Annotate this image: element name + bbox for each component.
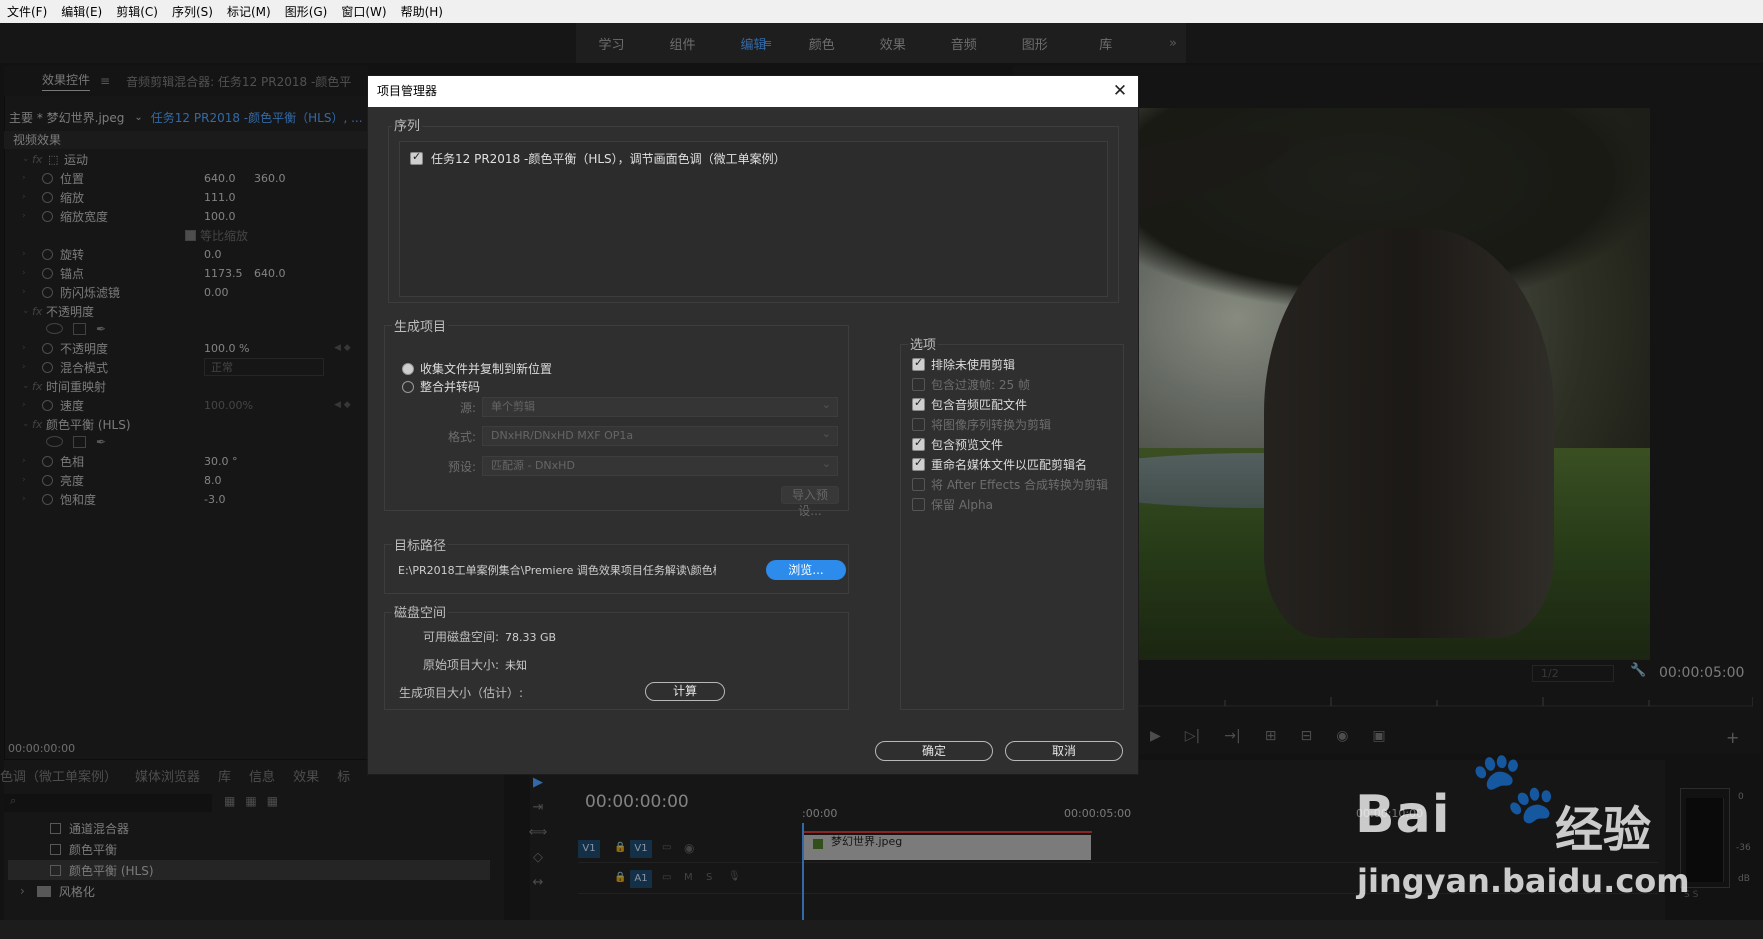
sequence-item[interactable]: 任务12 PR2018 -颜色平衡（HLS），调节画面色调（微工单案例）: [410, 150, 786, 167]
watermark-url: jingyan.baidu.com: [1357, 862, 1690, 900]
sequence-item-label: 任务12 PR2018 -颜色平衡（HLS），调节画面色调（微工单案例）: [431, 152, 786, 166]
dialog-title: 项目管理器: [368, 76, 1138, 107]
option-row[interactable]: 排除未使用剪辑: [912, 356, 1015, 373]
menu-item[interactable]: 编辑(E): [54, 3, 109, 20]
target-path-value: E:\PR2018工单案例集合\Premiere 调色效果项目任务解读\颜色校.…: [398, 564, 716, 577]
close-icon[interactable]: ✕: [1110, 81, 1130, 101]
sequence-label: 序列: [392, 115, 423, 134]
consolidate-radio[interactable]: [402, 380, 414, 393]
format-label: 格式:: [447, 430, 476, 444]
option-label: 排除未使用剪辑: [931, 358, 1016, 372]
disk-space-label: 磁盘空间: [392, 602, 449, 621]
collect-files-label: 收集文件并复制到新位置: [420, 362, 553, 376]
option-row[interactable]: 重命名媒体文件以匹配剪辑名: [912, 456, 1087, 473]
option-label: 包含预览文件: [931, 438, 1004, 452]
option-row[interactable]: 保留 Alpha: [912, 496, 993, 513]
option-label: 重命名媒体文件以匹配剪辑名: [931, 458, 1088, 472]
option-row[interactable]: 包含过渡帧: 25 帧: [912, 376, 1030, 393]
option-checkbox[interactable]: [912, 378, 925, 391]
option-checkbox[interactable]: [912, 396, 925, 411]
generate-project-label: 生成项目: [392, 316, 449, 335]
ok-button[interactable]: 确定: [875, 741, 993, 761]
option-label: 保留 Alpha: [931, 498, 993, 512]
import-preset-button[interactable]: 导入预设...: [781, 486, 839, 518]
watermark-logo: Bai: [1355, 785, 1451, 845]
menu-item[interactable]: 标记(M): [220, 3, 278, 20]
project-manager-dialog: 项目管理器 ✕ 序列 任务12 PR2018 -颜色平衡（HLS），调节画面色调…: [367, 75, 1139, 775]
disk-free-row: 可用磁盘空间: 78.33 GB: [423, 628, 556, 645]
option-label: 将图像序列转换为剪辑: [931, 418, 1052, 432]
disk-free-label: 可用磁盘空间:: [423, 630, 500, 644]
target-path-label: 目标路径: [392, 535, 449, 554]
generate-project-group: [384, 325, 849, 511]
option-row[interactable]: 将图像序列转换为剪辑: [912, 416, 1051, 433]
menu-bar: 文件(F) 编辑(E) 剪辑(C) 序列(S) 标记(M) 图形(G) 窗口(W) 帮助(H): [0, 0, 1763, 23]
menu-item[interactable]: 图形(G): [278, 3, 335, 20]
orig-size-row: 原始项目大小: 未知: [423, 656, 527, 673]
gen-size-label: 生成项目大小（估计）:: [399, 686, 524, 700]
options-label: 选项: [908, 334, 939, 353]
preset-label: 预设:: [447, 460, 476, 474]
option-row[interactable]: 将 After Effects 合成转换为剪辑: [912, 476, 1108, 493]
option-row[interactable]: 包含预览文件: [912, 436, 1003, 453]
collect-files-option[interactable]: 收集文件并复制到新位置: [402, 360, 552, 377]
source-label: 源:: [459, 401, 476, 415]
option-checkbox[interactable]: [912, 418, 925, 431]
disk-free-value: 78.33 GB: [505, 631, 557, 644]
option-checkbox[interactable]: [912, 478, 925, 491]
collect-files-radio[interactable]: [402, 362, 414, 375]
sequence-list: 任务12 PR2018 -颜色平衡（HLS），调节画面色调（微工单案例）: [399, 141, 1108, 297]
browse-button[interactable]: 浏览...: [766, 560, 846, 580]
option-label: 包含过渡帧: 25 帧: [931, 378, 1030, 392]
option-label: 包含音频匹配文件: [931, 398, 1028, 412]
menu-item[interactable]: 剪辑(C): [109, 3, 165, 20]
orig-size-label: 原始项目大小:: [423, 658, 500, 672]
option-label: 将 After Effects 合成转换为剪辑: [931, 478, 1109, 492]
menu-item[interactable]: 序列(S): [165, 3, 220, 20]
consolidate-option[interactable]: 整合并转码: [402, 378, 480, 395]
cancel-button[interactable]: 取消: [1005, 741, 1123, 761]
watermark-logo-cn: 经验: [1555, 802, 1652, 858]
consolidate-label: 整合并转码: [420, 380, 481, 394]
option-checkbox[interactable]: [912, 436, 925, 451]
baidu-paw-logo-icon: 🐾: [1470, 746, 1558, 828]
menu-item[interactable]: 窗口(W): [334, 3, 393, 20]
option-checkbox[interactable]: [912, 456, 925, 471]
menu-item[interactable]: 文件(F): [0, 3, 54, 20]
option-checkbox[interactable]: [912, 498, 925, 511]
compute-button[interactable]: 计算: [645, 682, 725, 701]
source-select[interactable]: 单个剪辑: [482, 396, 838, 417]
sequence-checkbox[interactable]: [410, 150, 423, 165]
preset-select[interactable]: 匹配源 - DNxHD: [482, 455, 838, 476]
option-checkbox[interactable]: [912, 356, 925, 371]
orig-size-value: 未知: [505, 659, 528, 672]
format-select[interactable]: DNxHR/DNxHD MXF OP1a: [482, 425, 838, 446]
option-row[interactable]: 包含音频匹配文件: [912, 396, 1027, 413]
menu-item[interactable]: 帮助(H): [394, 3, 450, 20]
